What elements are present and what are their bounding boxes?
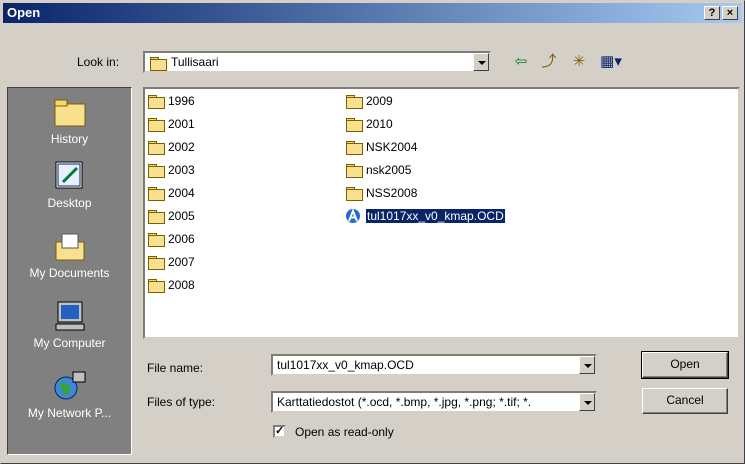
list-item[interactable]: 2006 [147,230,195,248]
look-in-select[interactable]: Tullisaari [143,51,491,73]
up-folder-icon[interactable]: ⤴ [539,53,559,71]
read-only-checkbox[interactable]: ✓ [273,425,286,438]
view-menu-icon[interactable]: ▦▾ [597,53,625,71]
open-dialog: Open ? × Look in: Tullisaari ⇦ ⤴ ✳ ▦▾ Hi… [0,0,745,464]
look-in-label: Look in: [77,55,120,69]
list-item[interactable]: 1996 [147,92,195,110]
folder-icon [147,255,165,270]
ocad-file-icon [345,208,363,224]
folder-icon [147,117,165,132]
folder-icon [147,140,165,155]
file-name-label: File name: [147,361,204,375]
place-label: My Documents [29,266,110,280]
history-icon [53,96,87,128]
file-type-select[interactable]: Karttatiedostot (*.ocd, *.bmp, *.jpg, *.… [271,391,597,413]
list-item[interactable]: NSK2004 [345,138,417,156]
file-name-input[interactable]: tul1017xx_v0_kmap.OCD [271,354,597,376]
folder-icon [147,232,165,247]
my-documents-icon [53,230,87,262]
folder-icon [345,163,363,178]
place-label: History [50,132,89,146]
help-button[interactable]: ? [704,6,720,20]
place-label: Desktop [47,196,92,210]
file-type-label: Files of type: [147,395,216,409]
window-title: Open [7,5,41,20]
folder-icon [147,163,165,178]
desktop-icon [53,160,87,192]
file-name-value: tul1017xx_v0_kmap.OCD [277,358,414,372]
list-item[interactable]: 2008 [147,276,195,294]
folder-icon [147,278,165,293]
folder-icon [345,117,363,132]
list-item[interactable]: NSS2008 [345,184,417,202]
chevron-down-icon[interactable] [579,356,595,374]
folder-icon [147,209,165,224]
place-my-documents[interactable]: My Documents [8,230,131,280]
chevron-down-icon[interactable] [473,53,489,71]
new-folder-icon[interactable]: ✳ [569,53,589,71]
folder-icon [345,140,363,155]
place-label: My Computer [33,336,106,350]
list-item[interactable]: 2001 [147,115,195,133]
folder-icon [147,94,165,109]
title-bar: Open ? × [3,3,742,23]
file-type-value: Karttatiedostot (*.ocd, *.bmp, *.jpg, *.… [277,395,532,409]
list-item[interactable]: 2009 [345,92,393,110]
open-button[interactable]: Open [641,351,729,379]
place-my-computer[interactable]: My Computer [8,300,131,350]
network-icon [53,370,87,402]
read-only-label: Open as read-only [295,425,394,439]
list-item[interactable]: 2002 [147,138,195,156]
list-item[interactable]: 2010 [345,115,393,133]
folder-icon [149,56,167,71]
back-icon[interactable]: ⇦ [511,53,531,71]
list-item[interactable]: 2005 [147,207,195,225]
list-item[interactable]: 2004 [147,184,195,202]
close-button[interactable]: × [722,6,738,20]
chevron-down-icon[interactable] [579,393,595,411]
cancel-button[interactable]: Cancel [642,388,728,414]
place-label: My Network P... [27,406,112,420]
folder-icon [345,94,363,109]
list-item[interactable]: nsk2005 [345,161,411,179]
place-history[interactable]: History [8,96,131,146]
my-computer-icon [53,300,87,332]
place-network[interactable]: My Network P... [8,370,131,420]
folder-icon [147,186,165,201]
list-item[interactable]: 2007 [147,253,195,271]
place-desktop[interactable]: Desktop [8,160,131,210]
places-bar: History Desktop My Documents My Computer… [7,87,132,455]
list-item-selected[interactable]: tul1017xx_v0_kmap.OCD [345,207,506,225]
list-item[interactable]: 2003 [147,161,195,179]
file-list[interactable]: 1996 2001 2002 2003 2004 2005 2006 2007 … [143,87,740,339]
folder-icon [345,186,363,201]
